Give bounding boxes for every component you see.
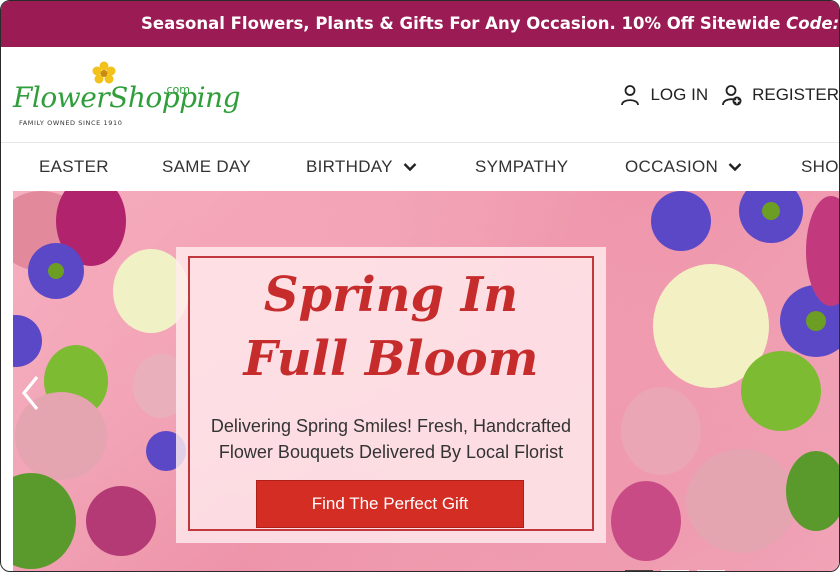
find-gift-button[interactable]: Find The Perfect Gift bbox=[256, 480, 524, 528]
promo-text: Seasonal Flowers, Plants & Gifts For Any… bbox=[141, 14, 787, 33]
chevron-left-icon[interactable] bbox=[19, 373, 43, 413]
nav-item-same-day[interactable]: SAME DAY bbox=[162, 143, 251, 191]
logo-tagline: FAMILY OWNED SINCE 1910 bbox=[19, 119, 123, 127]
hero-headline-line2: Full Bloom bbox=[243, 331, 539, 387]
nav-item-label: SAME DAY bbox=[162, 157, 251, 176]
nav-item-label: SYMPATHY bbox=[475, 157, 569, 176]
nav-item-occasion[interactable]: OCCASION bbox=[625, 143, 742, 191]
chevron-down-icon bbox=[403, 163, 417, 172]
hero-subtitle-line2: Flower Bouquets Delivered By Local Flori… bbox=[218, 442, 564, 462]
register-label: REGISTER bbox=[752, 85, 839, 104]
hero-card: Spring In Full Bloom Delivering Spring S… bbox=[176, 247, 606, 543]
logo-wordmark: FlowerShopping bbox=[13, 81, 241, 114]
login-label: LOG IN bbox=[650, 85, 709, 104]
hero-headline-line1: Spring In bbox=[263, 267, 519, 323]
nav-item-sympathy[interactable]: SYMPATHY bbox=[475, 143, 568, 191]
user-icon bbox=[621, 85, 640, 106]
account-links: LOG IN REGISTER bbox=[606, 84, 839, 106]
browser-frame: Seasonal Flowers, Plants & Gifts For Any… bbox=[0, 0, 840, 572]
logo-suffix: .com bbox=[163, 83, 190, 96]
add-user-icon bbox=[722, 85, 742, 106]
nav-item-label: SHOP bbox=[801, 157, 839, 176]
promo-banner[interactable]: Seasonal Flowers, Plants & Gifts For Any… bbox=[1, 1, 839, 47]
promo-code: Code: BLOOM bbox=[786, 14, 839, 33]
hero-subtitle: Delivering Spring Smiles! Fresh, Handcra… bbox=[196, 413, 586, 465]
nav-item-label: OCCASION bbox=[625, 157, 719, 176]
nav-item-label: BIRTHDAY bbox=[306, 157, 393, 176]
site-logo[interactable]: FlowerShopping .com FAMILY OWNED SINCE 1… bbox=[13, 61, 241, 133]
chevron-down-icon bbox=[728, 163, 742, 172]
nav-item-easter[interactable]: EASTER bbox=[39, 143, 109, 191]
site-header: FlowerShopping .com FAMILY OWNED SINCE 1… bbox=[1, 47, 839, 142]
nav-item-label: EASTER bbox=[39, 157, 109, 176]
register-link[interactable]: REGISTER bbox=[722, 84, 839, 106]
hero-subtitle-line1: Delivering Spring Smiles! Fresh, Handcra… bbox=[210, 416, 572, 436]
hero-banner[interactable]: Spring In Full Bloom Delivering Spring S… bbox=[13, 191, 839, 571]
login-link[interactable]: LOG IN bbox=[620, 84, 708, 106]
right-bouquet-image bbox=[611, 191, 839, 561]
nav-item-shop[interactable]: SHOP bbox=[801, 143, 839, 191]
nav-item-birthday[interactable]: BIRTHDAY bbox=[306, 143, 417, 191]
main-nav: EASTER SAME DAY BIRTHDAY SYMPATHY OCCASI… bbox=[1, 142, 839, 191]
